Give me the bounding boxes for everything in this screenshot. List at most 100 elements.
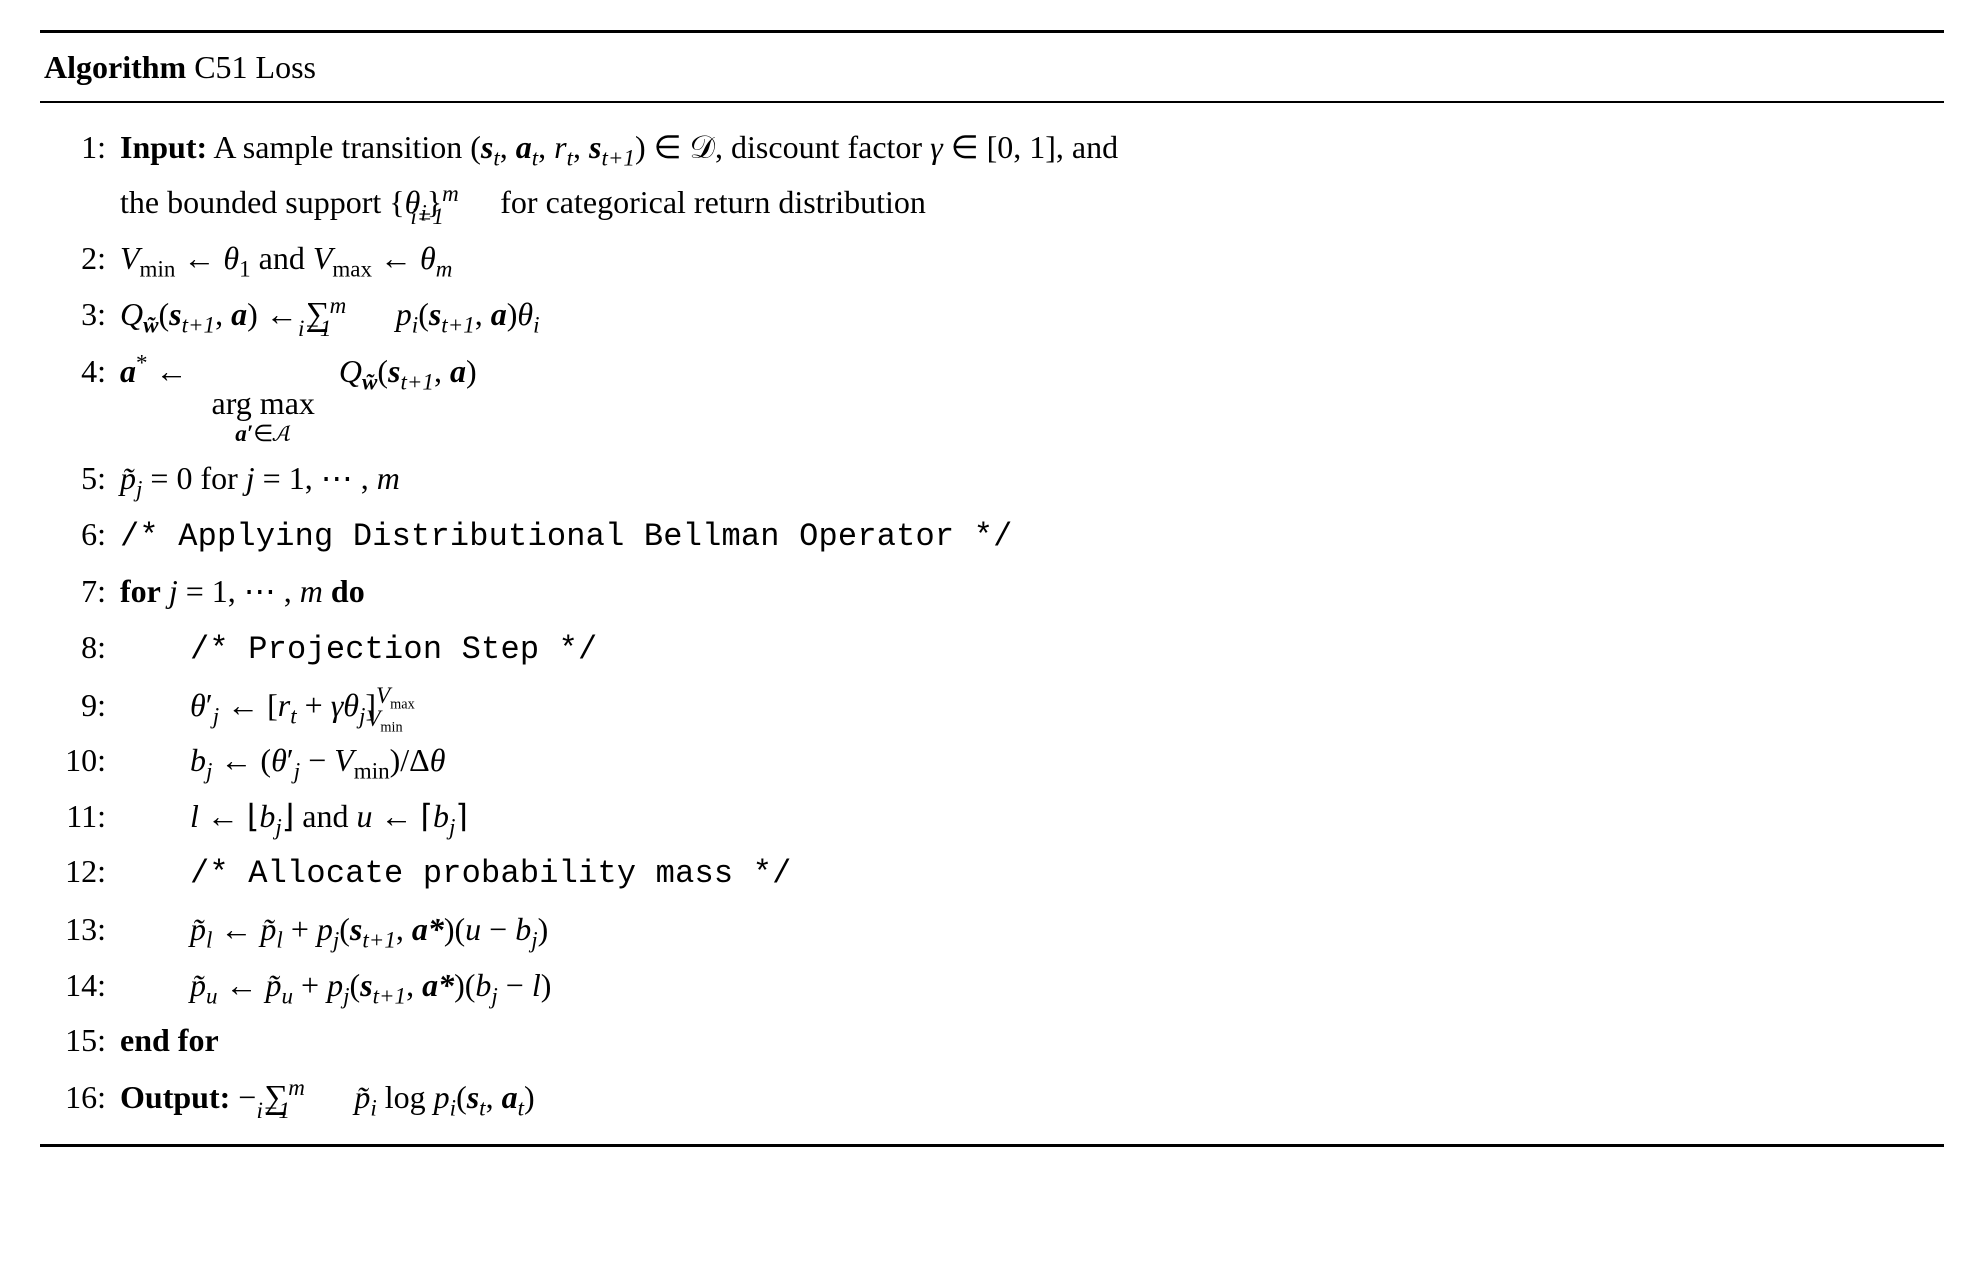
sub-i: i <box>533 312 539 338</box>
sub-tp1: t+1 <box>601 144 634 170</box>
arrow: ← <box>156 353 188 389</box>
sub-i: i <box>450 1094 456 1120</box>
sup-m: m <box>442 180 459 206</box>
algorithm-body: 1: Input: A sample transition (st, at, r… <box>40 103 1944 1144</box>
algo-line: 9: θ′j ← [rt + γθj]VmaxVmin <box>44 681 1940 731</box>
line-number: 10: <box>44 736 120 786</box>
sub-t: t <box>567 144 573 170</box>
sub-j: j <box>206 758 212 784</box>
minus: − <box>238 1079 256 1115</box>
sub-u: u <box>206 982 218 1008</box>
line-content: Qw̃(st+1, a) ← ∑mi=1 pi(st+1, a)θi <box>120 289 1940 341</box>
algo-line: 11: l ← ⌊bj⌋ and u ← ⌈bj⌉ <box>44 792 1940 842</box>
argmax: arg max <box>212 387 315 421</box>
keyword-output: Output: <box>120 1079 230 1115</box>
sym-j: j <box>169 573 178 609</box>
sym-b: b <box>190 742 206 778</box>
line-content: p̃j = 0 for j = 1, ⋯ , m <box>120 454 1940 504</box>
sub-i1: i=1 <box>410 203 443 229</box>
sym-ptilde: p̃ <box>190 911 206 947</box>
text: ) ∈ 𝒟, discount factor <box>635 129 930 165</box>
algo-line: 5: p̃j = 0 for j = 1, ⋯ , m <box>44 454 1940 504</box>
sym-theta: θ <box>420 240 436 276</box>
sym-gamma: γ <box>930 129 943 165</box>
sym-theta: θ <box>343 687 359 723</box>
floor-l: ⌊ <box>247 798 259 834</box>
sub-1: 1 <box>239 255 251 281</box>
sub-w: w̃ <box>143 312 158 338</box>
sym-astar: a* <box>412 911 444 947</box>
sym-theta: θ <box>517 296 533 332</box>
sub-j: j <box>491 982 497 1008</box>
sym-s: s <box>589 129 601 165</box>
sub-tp1: t+1 <box>441 312 474 338</box>
line-number: 8: <box>44 623 120 673</box>
sym-Q: Q <box>339 353 362 389</box>
sub-i: i <box>370 1094 376 1120</box>
sym-p: p <box>317 911 333 947</box>
line-content: a* ← arg max a′∈𝒜 Qw̃(st+1, a) <box>120 347 1940 448</box>
keyword-input: Input: <box>120 129 207 165</box>
sym-m: m <box>377 460 400 496</box>
sym-theta: θ <box>223 240 239 276</box>
arrow: ← <box>380 798 412 834</box>
line-content: Vmin ← θ1 and Vmax ← θm <box>120 234 1940 284</box>
sub-t: t <box>518 1094 524 1120</box>
line-content: bj ← (θ′j − Vmin)/Δθ <box>120 736 1940 786</box>
sub-j: j <box>343 982 349 1008</box>
line-content: p̃l ← p̃l + pj(st+1, a*)(u − bj) <box>120 905 1940 955</box>
sym-a: a <box>516 129 532 165</box>
arrow: ← <box>266 296 298 332</box>
arrow: ← <box>220 742 252 778</box>
line-content: Output: − ∑mi=1 p̃i log pi(st, at) <box>120 1072 1940 1124</box>
sym-s: s <box>481 129 493 165</box>
line-content: end for <box>120 1016 1940 1066</box>
sym-s: s <box>388 353 400 389</box>
sym-Delta: Δ <box>409 742 430 778</box>
algo-line: 1: Input: A sample transition (st, at, r… <box>44 123 1940 173</box>
comment: /* Applying Distributional Bellman Opera… <box>120 512 1940 562</box>
algo-line: 16: Output: − ∑mi=1 p̃i log pi(st, at) <box>44 1072 1940 1124</box>
algo-line: 4: a* ← arg max a′∈𝒜 Qw̃(st+1, a) <box>44 347 1940 448</box>
arrow: ← <box>226 967 258 1003</box>
sym-ptilde: p̃ <box>190 967 206 1003</box>
sym-theta: θ <box>430 742 446 778</box>
sym-m: m <box>300 573 323 609</box>
sym-a: a <box>491 296 507 332</box>
bracket-l: [ <box>267 687 278 723</box>
line-number: 6: <box>44 510 120 560</box>
sub-tp1: t+1 <box>182 312 215 338</box>
sub-t: t <box>532 144 538 170</box>
argmax-stack: arg max a′∈𝒜 <box>212 387 315 448</box>
sub-i1: i=1 <box>257 1097 290 1123</box>
sym-s: s <box>360 967 372 1003</box>
algo-line: 13: p̃l ← p̃l + pj(st+1, a*)(u − bj) <box>44 905 1940 955</box>
sym-Q: Q <box>120 296 143 332</box>
algo-line-cont: the bounded support {θi}mi=1 for categor… <box>44 178 1940 228</box>
sym-astar: a* <box>422 967 454 1003</box>
sym-ptilde: p̃ <box>354 1079 370 1115</box>
sub-t: t <box>479 1094 485 1120</box>
line-number: 1: <box>44 123 120 173</box>
sup-m: m <box>330 292 347 318</box>
line-number: 14: <box>44 961 120 1011</box>
sym-theta: θ <box>271 742 287 778</box>
algo-line: 7: for j = 1, ⋯ , m do <box>44 567 1940 617</box>
sym-p: p <box>434 1079 450 1115</box>
sub-min: min <box>354 758 390 784</box>
line-number: 4: <box>44 347 120 397</box>
sub-i1: i=1 <box>298 315 331 341</box>
sym-a: a <box>502 1079 518 1115</box>
arrow: ← <box>183 240 215 276</box>
text: = 0 for <box>142 460 245 496</box>
ceil-l: ⌈ <box>420 798 432 834</box>
algo-line: 8: /* Projection Step */ <box>44 623 1940 675</box>
sym-b: b <box>515 911 531 947</box>
sym-s: s <box>429 296 441 332</box>
algo-line: 3: Qw̃(st+1, a) ← ∑mi=1 pi(st+1, a)θi <box>44 289 1940 341</box>
algo-line: 15: end for <box>44 1016 1940 1066</box>
line-content: the bounded support {θi}mi=1 for categor… <box>120 178 1940 228</box>
line-content: for j = 1, ⋯ , m do <box>120 567 1940 617</box>
keyword-and: and <box>259 240 305 276</box>
sub-j: j <box>213 702 219 728</box>
